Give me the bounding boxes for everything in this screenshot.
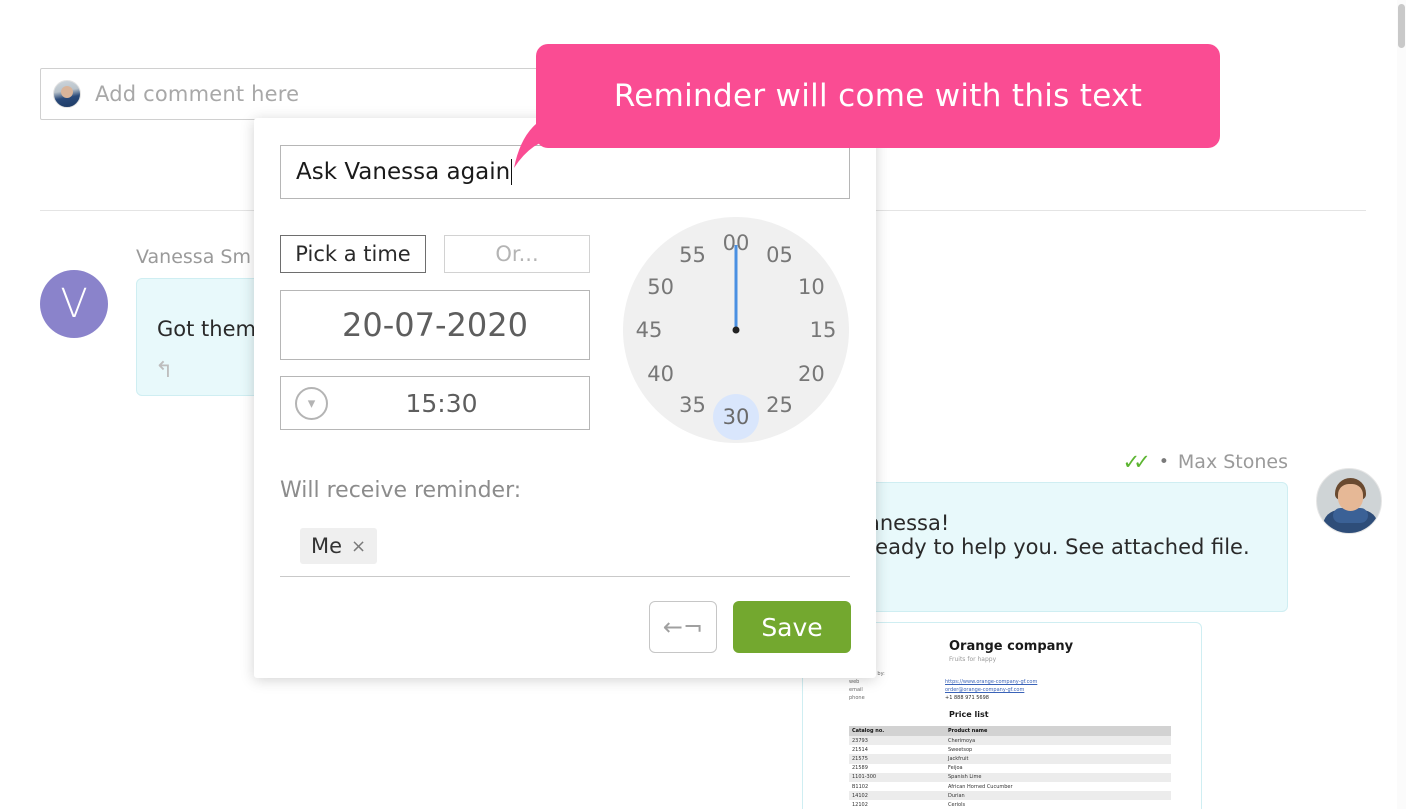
- recipient-label: Me: [311, 534, 343, 558]
- clock-tick[interactable]: 35: [679, 393, 706, 417]
- table-row: 21589 Feijoa: [849, 764, 1171, 773]
- contact-value: +1 888 971 5698: [945, 695, 989, 701]
- table-header-row: Catalog no. Product name: [849, 726, 1171, 736]
- pick-a-time-button[interactable]: Pick a time: [280, 235, 426, 273]
- table-cell: Sweetsop: [948, 746, 973, 753]
- table-cell: B1102: [852, 783, 869, 790]
- minute-clock-face[interactable]: 00 05 10 15 20 25 30 35 40 45 50 55: [623, 217, 849, 443]
- vertical-scrollbar[interactable]: [1397, 0, 1406, 809]
- save-button[interactable]: Save: [733, 601, 851, 653]
- contact-key: email: [849, 687, 863, 693]
- comment-placeholder: Add comment here: [95, 82, 300, 106]
- clock-hand: [734, 245, 738, 330]
- clock-tick[interactable]: 40: [647, 362, 674, 386]
- column-header: Product name: [945, 726, 1171, 736]
- table-cell: African Horned Cucumber: [948, 783, 1013, 790]
- attachment-subtitle: Fruits for happy: [949, 656, 997, 663]
- date-input[interactable]: 20-07-2020: [280, 290, 590, 360]
- contact-key: phone: [849, 695, 865, 701]
- recipient-chip[interactable]: Me ×: [300, 528, 378, 564]
- contact-value: order@orange-company-gf.com: [945, 687, 1025, 693]
- meta-separator: •: [1158, 452, 1169, 472]
- message-bubble-right: anessa! ready to help you. See attached …: [866, 482, 1288, 612]
- table-cell: 12102: [852, 801, 868, 808]
- column-header: Catalog no.: [849, 726, 945, 736]
- clock-tick[interactable]: 10: [798, 275, 825, 299]
- message-line-2: ready to help you. See attached file.: [867, 535, 1250, 559]
- back-button[interactable]: ←¬: [649, 601, 717, 653]
- app-window: Add comment here V Vanessa Sm Got them ↰…: [0, 0, 1406, 809]
- contact-key: web: [849, 679, 860, 685]
- clock-tick[interactable]: 20: [798, 362, 825, 386]
- table-cell: 21575: [849, 754, 945, 764]
- table-row: 21514 Sweetsop: [849, 745, 1171, 754]
- tooltip-balloon: Reminder will come with this text: [536, 44, 1220, 148]
- clock-tick[interactable]: 55: [679, 243, 706, 267]
- reminder-title-value: Ask Vanessa again: [296, 159, 511, 185]
- time-value: 15:30: [405, 388, 478, 418]
- or-input[interactable]: Or...: [444, 235, 590, 273]
- clock-tick[interactable]: 50: [647, 275, 674, 299]
- table-cell: 1101-300: [849, 772, 945, 782]
- double-check-icon: ✓✓: [1122, 450, 1151, 474]
- message-text-left: Got them: [157, 317, 256, 341]
- table-cell: Durian: [945, 791, 1171, 801]
- avatar-photo: [1316, 468, 1382, 534]
- table-row: 1101-300 Spanish Lime: [849, 772, 1171, 782]
- table-cell: Feijoa: [948, 765, 963, 772]
- clock-tick[interactable]: 05: [766, 243, 793, 267]
- table-cell: 23793: [849, 736, 945, 746]
- reminder-title-input[interactable]: Ask Vanessa again: [280, 145, 850, 199]
- table-cell: Spanish Lime: [945, 772, 1171, 782]
- clock-tick[interactable]: 25: [766, 393, 793, 417]
- reminder-dialog: Ask Vanessa again Pick a time Or... 20-0…: [254, 118, 876, 678]
- tooltip-text: Reminder will come with this text: [613, 78, 1143, 114]
- attachment-title: Orange company: [949, 639, 1074, 654]
- clock-center-dot: [732, 326, 740, 334]
- message-author-left: Vanessa Sm: [136, 246, 251, 268]
- scrollbar-thumb[interactable]: [1398, 4, 1405, 48]
- attachment-table: Catalog no. Product name 23793 Cherimoya 2…: [849, 726, 1171, 809]
- time-mode-row: Pick a time Or...: [280, 235, 590, 273]
- recipients-field[interactable]: Me ×: [280, 528, 850, 577]
- table-row: 14102 Durian: [849, 791, 1171, 801]
- attachment-contact-block: Contact us by: webhttps://www.orange-com…: [849, 671, 1171, 701]
- avatar: [53, 80, 81, 108]
- contact-value: https://www.orange-company-gf.com: [945, 679, 1038, 685]
- clock-tick-selected[interactable]: 30: [713, 394, 759, 440]
- reply-arrow-icon[interactable]: ↰: [155, 358, 173, 383]
- attachment-pricelist-heading: Price list: [949, 710, 989, 719]
- message-meta-right: ✓✓ • Max Stones: [1123, 450, 1288, 474]
- table-row: 21575 Jackfruit: [849, 754, 1171, 764]
- clock-chevron-icon: ▾: [295, 386, 328, 420]
- table-cell: 21514: [852, 746, 868, 753]
- message-line-1: anessa!: [867, 511, 950, 535]
- table-cell: Ceriols: [948, 801, 966, 808]
- avatar-initial: V: [40, 270, 108, 338]
- clock-tick[interactable]: 00: [723, 231, 750, 255]
- table-cell: 21589: [852, 765, 868, 772]
- time-input[interactable]: ▾ 15:30: [280, 376, 590, 430]
- table-row: 23793 Cherimoya: [849, 736, 1171, 746]
- table-cell: 14102: [849, 791, 945, 801]
- message-author-right: Max Stones: [1177, 451, 1288, 473]
- recipients-label: Will receive reminder:: [280, 478, 522, 503]
- clock-tick[interactable]: 45: [636, 318, 663, 342]
- table-cell: Jackfruit: [945, 754, 1171, 764]
- clock-tick[interactable]: 15: [810, 318, 837, 342]
- remove-icon[interactable]: ×: [351, 536, 366, 557]
- table-cell: Cherimoya: [945, 736, 1171, 746]
- table-row: 12102 Ceriols: [849, 800, 1171, 809]
- table-row: B1102 African Horned Cucumber: [849, 782, 1171, 791]
